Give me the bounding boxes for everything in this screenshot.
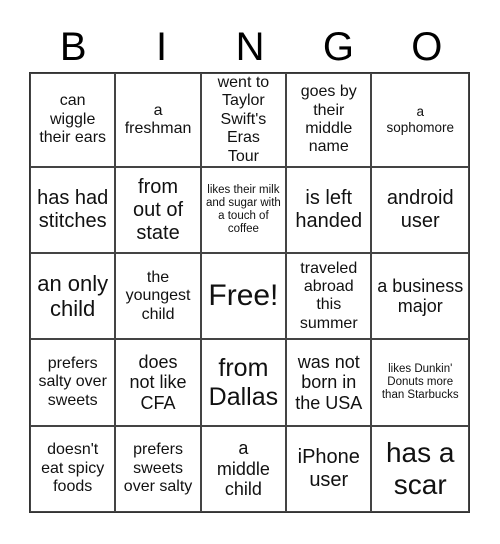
header-letter-g: G <box>322 25 354 69</box>
bingo-header: B I N G O <box>29 22 471 72</box>
bingo-cell[interactable]: a business major <box>371 253 469 340</box>
bingo-cell[interactable]: traveled abroad this summer <box>286 253 372 340</box>
bingo-cell[interactable]: was not born in the USA <box>286 339 372 426</box>
bingo-cell[interactable]: has had stitches <box>30 166 116 254</box>
bingo-cell[interactable]: a sophomore <box>371 73 469 167</box>
header-letter-b: B <box>59 25 87 69</box>
bingo-cell[interactable]: can wiggle their ears <box>30 73 116 167</box>
header-letter-i: I <box>156 25 168 69</box>
bingo-cell[interactable]: from Dallas <box>200 339 287 426</box>
bingo-cell[interactable]: likes Dunkin' Donuts more than Starbucks <box>371 339 469 426</box>
bingo-cell[interactable]: has a scar <box>371 425 469 512</box>
bingo-cell[interactable]: a freshman <box>115 73 201 167</box>
bingo-cell[interactable]: prefers salty over sweets <box>30 339 116 426</box>
bingo-cell[interactable]: android user <box>371 166 469 254</box>
bingo-cell[interactable]: doesn't eat spicy foods <box>30 425 116 512</box>
bingo-cell[interactable]: iPhone user <box>286 425 372 512</box>
bingo-cell[interactable]: went to Taylor Swift's Eras Tour <box>200 73 287 167</box>
header-letter-n: N <box>235 25 265 69</box>
bingo-cell[interactable]: goes by their middle name <box>286 73 372 167</box>
bingo-cell[interactable]: an only child <box>30 253 116 340</box>
bingo-cell[interactable]: from out of state <box>115 166 201 254</box>
bingo-cell[interactable]: is left handed <box>286 166 372 254</box>
bingo-cell[interactable]: does not like CFA <box>115 339 201 426</box>
bingo-cell[interactable]: the youngest child <box>115 253 201 340</box>
bingo-cell[interactable]: prefers sweets over salty <box>115 425 201 512</box>
bingo-grid: can wiggle their ears a freshman went to… <box>29 72 470 513</box>
bingo-cell[interactable]: a middle child <box>200 425 287 512</box>
bingo-cell[interactable]: likes their milk and sugar with a touch … <box>200 166 287 254</box>
header-letter-o: O <box>411 25 443 69</box>
free-space[interactable]: Free! <box>200 253 287 340</box>
